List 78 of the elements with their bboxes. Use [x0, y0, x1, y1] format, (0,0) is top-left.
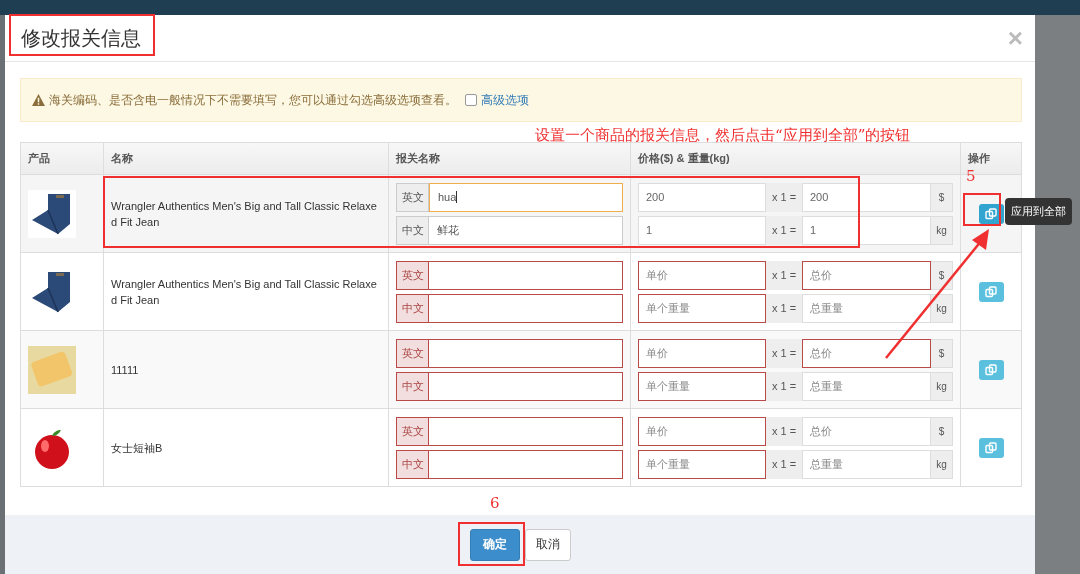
confirm-button[interactable]: 确定	[469, 528, 520, 561]
field-label: 英文	[396, 338, 429, 368]
multiplier-label: x 1 =	[766, 293, 802, 323]
multiplier-label: x 1 =	[766, 338, 802, 368]
customs-name-field[interactable]: 英文	[396, 260, 623, 290]
multiplier-label: x 1 =	[766, 449, 802, 479]
field-label: 英文	[396, 182, 429, 212]
customs-name-field[interactable]: 中文	[396, 371, 623, 401]
field-label: 中文	[396, 449, 429, 479]
unit-label: kg	[931, 215, 953, 245]
input-field[interactable]: 总重量	[802, 371, 931, 401]
checkbox[interactable]	[465, 94, 477, 106]
column-header: 操作	[967, 151, 991, 166]
copy-icon	[985, 363, 997, 376]
input-field[interactable]: 总价	[802, 416, 931, 446]
field-label: 中文	[396, 215, 429, 245]
input-field[interactable]: 单个重量	[638, 449, 766, 479]
apply-to-all-button[interactable]	[978, 437, 1004, 458]
customs-name-field[interactable]: 中文	[396, 449, 623, 479]
multiplier-label: x 1 =	[766, 371, 802, 401]
step-number: 6	[490, 494, 500, 512]
multiplier-label: x 1 =	[766, 416, 802, 446]
cancel-button[interactable]: 取消	[524, 528, 571, 561]
instruction-annotation: 设置一个商品的报关信息，然后点击“应用到全部”的按钮	[535, 126, 911, 145]
input-value: hua	[429, 182, 623, 212]
input-value: 鲜花	[429, 215, 623, 245]
phone-photo-placeholder	[28, 345, 76, 394]
apply-to-all-button[interactable]	[978, 203, 1004, 224]
input-field[interactable]: 单价	[638, 338, 766, 368]
customs-name-field[interactable]: 英文 hua	[396, 182, 623, 212]
field-label: 英文	[396, 416, 429, 446]
advanced-options-link[interactable]: 高级选项	[481, 91, 529, 109]
copy-icon	[985, 207, 997, 220]
apply-to-all-button[interactable]	[978, 359, 1004, 380]
customs-name-field[interactable]: 中文 鲜花	[396, 215, 623, 245]
product-name: Wrangler Authentics Men's Big and Tall Classic Relaxed Fit Jean	[111, 198, 378, 230]
customs-name-field[interactable]: 中文	[396, 293, 623, 323]
copy-icon	[985, 441, 997, 454]
input-field[interactable]: 单价	[638, 416, 766, 446]
field-label: 英文	[396, 260, 429, 290]
field-label: 中文	[396, 293, 429, 323]
input-field[interactable]: 单个重量	[638, 293, 766, 323]
unit-label: $	[931, 260, 953, 290]
multiplier-label: x 1 =	[766, 215, 802, 245]
input-field[interactable]: 单个重量	[638, 371, 766, 401]
input-field[interactable]: 总重量	[802, 449, 931, 479]
apply-to-all-button[interactable]	[978, 281, 1004, 302]
multiplier-label: x 1 =	[766, 182, 802, 212]
multiplier-label: x 1 =	[766, 260, 802, 290]
product-name: Wrangler Authentics Men's Big and Tall Classic Relaxed Fit Jean	[111, 276, 378, 308]
unit-label: kg	[931, 371, 953, 401]
input-field[interactable]: 1	[638, 215, 766, 245]
modal-title: 修改报关信息	[21, 27, 141, 49]
input-field[interactable]: 1	[802, 215, 931, 245]
customs-name-field[interactable]: 英文	[396, 416, 623, 446]
annotation-frame	[458, 522, 525, 566]
unit-label: $	[931, 338, 953, 368]
annotation-frame	[963, 193, 1001, 226]
unit-label: kg	[931, 449, 953, 479]
customs-name-field[interactable]: 英文	[396, 338, 623, 368]
product-name: 女士短袖B	[111, 440, 163, 456]
unit-label: $	[931, 416, 953, 446]
tooltip: 应用到全部	[1005, 198, 1072, 225]
field-label: 中文	[396, 371, 429, 401]
input-field[interactable]: 单价	[638, 260, 766, 290]
step-number: 5	[966, 167, 976, 185]
warning-icon	[32, 94, 45, 106]
product-name: 11111	[111, 362, 139, 378]
input-field[interactable]: 200	[802, 182, 931, 212]
input-field[interactable]: 总价	[802, 338, 931, 368]
alert-text: 海关编码、是否含电一般情况下不需要填写，您可以通过勾选高级选项查看。	[49, 91, 457, 109]
unit-label: $	[931, 182, 953, 212]
input-field[interactable]: 总重量	[802, 293, 931, 323]
input-field[interactable]: 200	[638, 182, 766, 212]
input-field[interactable]: 总价	[802, 260, 931, 290]
jeans-drawing	[28, 189, 76, 238]
copy-icon	[985, 285, 997, 298]
unit-label: kg	[931, 293, 953, 323]
